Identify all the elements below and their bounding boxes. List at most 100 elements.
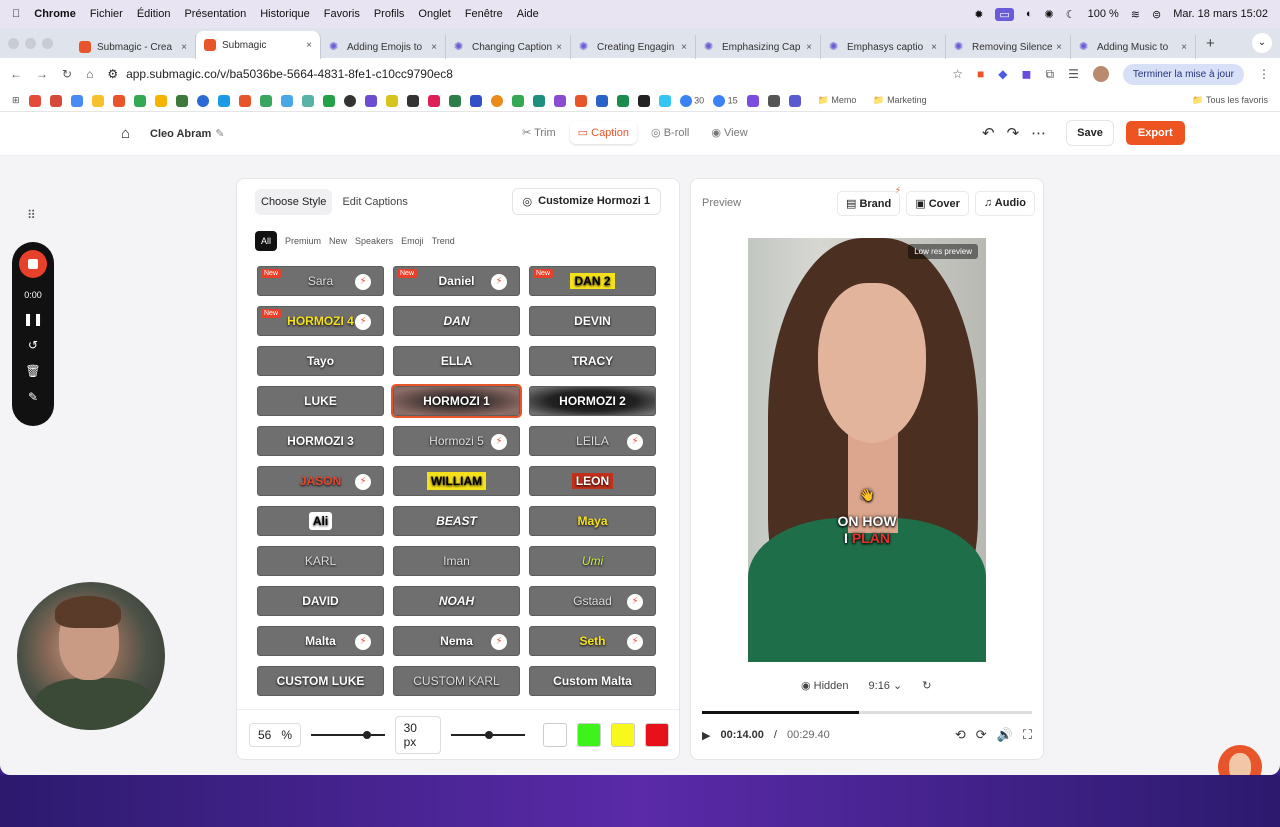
star-icon[interactable]: ☆	[952, 67, 963, 81]
p-icon[interactable]	[469, 94, 482, 107]
all-bookmarks[interactable]: 📁 Tous les favoris	[1192, 95, 1268, 106]
grid-bm-icon[interactable]	[448, 94, 461, 107]
style-option[interactable]: HORMOZI 2	[529, 386, 656, 416]
gmail-icon[interactable]	[28, 94, 41, 107]
x-icon[interactable]	[343, 94, 356, 107]
customize-button[interactable]: ◎ Customize Hormozi 1	[511, 188, 661, 215]
position-slider-knob[interactable]	[362, 730, 371, 739]
browser-tab[interactable]: ✺ Emphasizing Cap ×	[696, 35, 821, 59]
home-icon[interactable]: ⌂	[86, 67, 93, 81]
style-option[interactable]: CUSTOM LUKE	[257, 666, 384, 696]
o-icon[interactable]	[490, 94, 503, 107]
calendar-icon[interactable]	[70, 94, 83, 107]
profile-avatar[interactable]	[1092, 66, 1109, 82]
position-slider[interactable]	[311, 730, 385, 739]
ratio-select[interactable]: 9:16 ⌄	[869, 679, 903, 692]
redo-icon[interactable]: ↷	[1007, 124, 1020, 142]
drag-handle-icon[interactable]: ⠿	[27, 208, 36, 222]
pencil-icon[interactable]: ✎	[215, 128, 224, 140]
color-swatch[interactable]	[644, 722, 669, 747]
gmail-icon-2[interactable]	[49, 94, 62, 107]
update-button[interactable]: Terminer la mise à jour	[1122, 63, 1244, 85]
amazon-icon[interactable]	[637, 94, 650, 107]
play-icon[interactable]: ▶	[702, 729, 710, 742]
cross-icon[interactable]	[574, 94, 587, 107]
support-avatar[interactable]	[1218, 745, 1262, 775]
menu-item[interactable]: Favoris	[324, 8, 360, 20]
filter-emoji[interactable]: Emoji	[401, 231, 424, 251]
flower-icon[interactable]	[553, 94, 566, 107]
home-icon[interactable]: ⌂	[121, 125, 130, 142]
bookmark-folder-memo[interactable]: 📁 Memo	[818, 95, 857, 106]
style-option[interactable]: LEON	[529, 466, 656, 496]
bookmark-folder-marketing[interactable]: 📁 Marketing	[873, 95, 926, 106]
slack-icon-2[interactable]	[658, 94, 671, 107]
apps-icon[interactable]: ⊞	[12, 95, 20, 106]
minimize-window-icon[interactable]	[25, 37, 36, 49]
menu-item[interactable]: Fenêtre	[465, 8, 503, 20]
style-option[interactable]: WILLIAM	[393, 466, 520, 496]
style-option[interactable]: HORMOZI 1	[391, 384, 522, 418]
b-icon[interactable]	[532, 94, 545, 107]
filter-speakers[interactable]: Speakers	[355, 231, 393, 251]
brand-button[interactable]: ▤ Brand ⚡	[837, 185, 901, 216]
close-tab-icon[interactable]: ×	[1056, 42, 1062, 53]
close-window-icon[interactable]	[8, 37, 19, 49]
close-tab-icon[interactable]: ×	[431, 42, 437, 53]
style-option[interactable]: JASON ⚡	[257, 466, 384, 496]
mail-icon[interactable]	[280, 94, 293, 107]
style-option[interactable]: CUSTOM KARL	[393, 666, 520, 696]
tab-b-roll[interactable]: ◎ B-roll	[643, 121, 697, 144]
style-option[interactable]: Nema ⚡	[393, 626, 520, 656]
pause-icon[interactable]: ❚❚	[23, 312, 43, 326]
volume-icon[interactable]: 🔊	[997, 727, 1013, 743]
color-swatch[interactable]	[576, 722, 601, 747]
video-progress[interactable]	[702, 711, 1032, 714]
refresh-icon[interactable]: ↻	[922, 679, 931, 692]
style-option[interactable]: Tayo	[257, 346, 384, 376]
url-field[interactable]: ⚙ app.submagic.co/v/ba5036be-5664-4831-8…	[107, 67, 938, 81]
studio-icon[interactable]	[767, 94, 780, 107]
audio-button[interactable]: ♫ Audio	[974, 191, 1035, 216]
browser-tab[interactable]: Submagic - Crea ×	[71, 35, 196, 59]
close-tab-icon[interactable]: ×	[181, 42, 187, 53]
filter-trend[interactable]: Trend	[432, 231, 455, 251]
browser-tab[interactable]: ✺ Removing Silence ×	[946, 35, 1071, 59]
style-option[interactable]: New Daniel ⚡	[393, 266, 520, 296]
style-option[interactable]: KARL	[257, 546, 384, 576]
apple-icon[interactable]: 	[12, 8, 20, 20]
browser-tab[interactable]: Submagic ×	[196, 31, 321, 59]
tab-trim[interactable]: ✂ Trim	[514, 121, 564, 144]
screen-record-icon[interactable]: ▭	[995, 7, 1014, 21]
menu-item[interactable]: Fichier	[90, 8, 123, 20]
s2-icon[interactable]	[788, 94, 801, 107]
style-option[interactable]: DEVIN	[529, 306, 656, 336]
style-option[interactable]: NOAH	[393, 586, 520, 616]
bars-icon[interactable]	[616, 94, 629, 107]
menu-item[interactable]: Onglet	[418, 8, 450, 20]
bookmark-30[interactable]: 30	[679, 94, 704, 107]
site-info-icon[interactable]: ⚙	[107, 67, 118, 81]
pen-icon[interactable]: ✎	[28, 390, 38, 404]
close-tab-icon[interactable]: ×	[931, 42, 937, 53]
p2-icon[interactable]	[746, 94, 759, 107]
webcam-bubble[interactable]	[17, 582, 165, 730]
bookmark-15[interactable]: 15	[713, 94, 738, 107]
tab-choose-style[interactable]: Choose Style	[255, 189, 333, 215]
more-icon[interactable]: ⋯	[1031, 124, 1046, 142]
gear-icon[interactable]: ✹	[974, 8, 983, 21]
menu-item[interactable]: Historique	[260, 8, 310, 20]
style-option[interactable]: Custom Malta	[529, 666, 656, 696]
url-text[interactable]: app.submagic.co/v/ba5036be-5664-4831-8fe…	[126, 67, 453, 81]
style-option[interactable]: ELLA	[393, 346, 520, 376]
style-option[interactable]: Iman	[393, 546, 520, 576]
hex-icon[interactable]	[406, 94, 419, 107]
style-option[interactable]: Umi	[529, 546, 656, 576]
cover-button[interactable]: ▣ Cover	[906, 191, 969, 216]
keep-icon[interactable]	[91, 94, 104, 107]
style-option[interactable]: DAN	[393, 306, 520, 336]
menu-item[interactable]: Édition	[137, 8, 171, 20]
browser-tab[interactable]: ✺ Emphasys captio ×	[821, 35, 946, 59]
settings-icon[interactable]: ✺	[1044, 8, 1053, 21]
notification-icon[interactable]: ◐	[1026, 8, 1033, 20]
